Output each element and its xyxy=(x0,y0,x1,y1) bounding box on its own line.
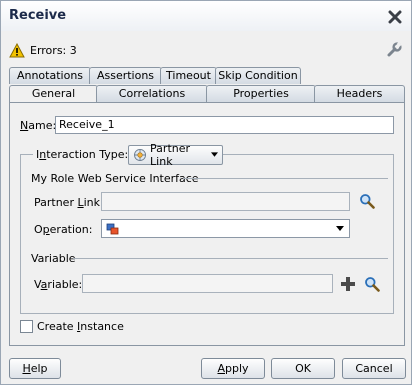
operation-label-text: eration: xyxy=(49,223,93,236)
chevron-down-icon xyxy=(336,226,344,231)
apply-text: pply xyxy=(225,362,249,375)
errors-indicator[interactable]: Errors: 3 xyxy=(9,42,77,58)
partner-link-input[interactable] xyxy=(101,192,350,211)
operation-label-pre: O xyxy=(34,223,43,236)
chevron-down-icon xyxy=(210,152,218,157)
dialog-title: Receive xyxy=(9,8,67,23)
ok-button[interactable]: OK xyxy=(271,358,335,379)
tab-skip-condition-label: Skip Condition xyxy=(218,69,298,82)
tab-assertions[interactable]: Assertions xyxy=(89,67,162,84)
tab-skip-condition[interactable]: Skip Condition xyxy=(215,67,301,84)
tab-assertions-label: Assertions xyxy=(96,69,155,82)
create-instance-checkbox[interactable] xyxy=(20,320,33,333)
tab-annotations-label: Annotations xyxy=(16,69,84,82)
tab-headers[interactable]: Headers xyxy=(314,85,405,102)
variable-label-text: riable: xyxy=(47,278,83,291)
help-button[interactable]: Help xyxy=(9,358,61,379)
search-icon[interactable] xyxy=(364,276,380,292)
name-input[interactable]: Receive_1 xyxy=(55,116,394,134)
tab-timeout-label: Timeout xyxy=(166,69,211,82)
interaction-type-label: Interaction Type: xyxy=(33,148,132,161)
tab-annotations[interactable]: Annotations xyxy=(9,67,91,84)
create-instance-label-text: nstance xyxy=(80,320,124,333)
my-role-separator xyxy=(183,178,388,179)
add-icon[interactable] xyxy=(340,276,356,292)
help-mnemonic: H xyxy=(22,362,31,375)
name-label-mnemonic: N xyxy=(20,119,29,132)
interaction-type-value: Partner Link xyxy=(150,142,191,168)
operation-label-mnemonic: p xyxy=(42,223,50,236)
cancel-button[interactable]: Cancel xyxy=(342,358,406,379)
operation-label: Operation: xyxy=(34,223,92,236)
my-role-section-title: My Role Web Service Interface xyxy=(31,172,199,185)
help-text: elp xyxy=(30,362,48,375)
tab-correlations-label: Correlations xyxy=(118,87,186,100)
tab-general-label: General xyxy=(31,87,76,100)
variable-separator xyxy=(73,258,388,259)
partner-link-label: Partner Link: xyxy=(34,196,104,209)
errors-count: Errors: 3 xyxy=(30,43,77,57)
name-label-text: ame: xyxy=(28,119,57,132)
variable-section-title: Variable xyxy=(31,252,76,265)
title-bar: Receive xyxy=(1,1,411,31)
interaction-label-text: teraction Type: xyxy=(46,148,129,161)
receive-dialog: Receive Errors: 3 Annotations Assertions… xyxy=(0,0,412,385)
operation-icon xyxy=(106,223,119,235)
apply-button[interactable]: Apply xyxy=(201,358,265,379)
variable-label-pre: V xyxy=(34,278,41,291)
warning-icon xyxy=(9,42,25,57)
variable-input[interactable] xyxy=(82,274,333,293)
create-instance-label[interactable]: Create Instance xyxy=(37,320,124,333)
operation-select[interactable] xyxy=(101,219,350,238)
tab-general[interactable]: General xyxy=(9,85,98,103)
apply-mnemonic: A xyxy=(217,362,225,375)
search-icon[interactable] xyxy=(359,193,375,209)
tab-headers-label: Headers xyxy=(336,87,383,100)
interaction-type-button[interactable]: Partner Link xyxy=(128,142,223,168)
tab-correlations[interactable]: Correlations xyxy=(96,85,208,102)
partner-link-label-pre: Partner xyxy=(34,196,78,209)
tab-properties[interactable]: Properties xyxy=(206,85,316,102)
partner-link-icon xyxy=(134,149,146,161)
close-icon[interactable] xyxy=(388,10,402,24)
create-instance-label-pre: Create xyxy=(37,320,78,333)
variable-label: Variable: xyxy=(34,278,82,291)
wrench-icon[interactable] xyxy=(386,42,402,58)
tab-timeout[interactable]: Timeout xyxy=(160,67,217,84)
name-label: Name: xyxy=(20,119,56,132)
tab-properties-label: Properties xyxy=(233,87,289,100)
